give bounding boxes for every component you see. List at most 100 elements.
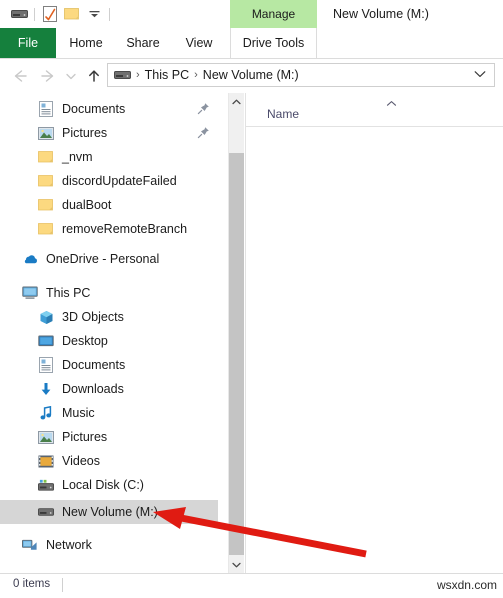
tab-file[interactable]: File [0, 28, 56, 58]
toolbar-separator-2 [109, 7, 110, 21]
item-count-label: 0 items [13, 578, 51, 590]
sidebar-item-discordupdatefailed[interactable]: discordUpdateFailed [0, 169, 218, 193]
status-bar: 0 items wsxdn.com [0, 573, 503, 598]
sidebar-item-label: Downloads [62, 382, 124, 396]
folder-icon [38, 197, 54, 213]
quick-access-toolbar [8, 0, 114, 28]
pictures-icon [38, 125, 54, 141]
window-title: New Volume (M:) [333, 7, 429, 21]
sidebar-item-label: Local Disk (C:) [62, 478, 144, 492]
new-folder-icon[interactable] [61, 3, 83, 25]
navigation-bar: › This PC › New Volume (M:) [0, 59, 503, 92]
file-list[interactable] [246, 127, 503, 573]
sidebar-item-nvm[interactable]: _nvm [0, 145, 218, 169]
drive-icon [38, 504, 54, 520]
contextual-tab-banner: Manage [230, 0, 317, 28]
column-header-row: Name [246, 101, 503, 127]
forward-button[interactable] [36, 64, 60, 88]
main-content: Documents Pictures _nvm discordUpdateFai… [0, 93, 503, 573]
tab-home[interactable]: Home [60, 28, 112, 58]
pin-icon[interactable] [197, 102, 210, 118]
localdisk-icon [38, 477, 54, 493]
sidebar-item-label: Desktop [62, 334, 108, 348]
folder-icon [38, 149, 54, 165]
scrollbar-thumb[interactable] [229, 153, 244, 555]
sidebar-item-label: Documents [62, 102, 126, 116]
downloads-icon [38, 381, 54, 397]
sidebar-item-pictures-quick[interactable]: Pictures [0, 121, 218, 145]
sidebar-item-label: New Volume (M:) [62, 505, 158, 519]
sidebar-item-videos[interactable]: Videos [0, 449, 218, 473]
sidebar-item-this-pc[interactable]: This PC [0, 281, 218, 305]
sidebar-item-label: Pictures [62, 430, 108, 444]
sidebar-item-label: discordUpdateFailed [62, 174, 177, 188]
properties-icon[interactable] [39, 3, 61, 25]
videos-icon [38, 453, 54, 469]
sidebar-item-label: _nvm [62, 150, 93, 164]
sidebar-item-label: OneDrive - Personal [46, 252, 160, 266]
title-bar: Manage New Volume (M:) [0, 0, 503, 28]
3dobjects-icon [38, 309, 54, 325]
chevron-down-icon[interactable] [474, 69, 486, 81]
pictures-icon [38, 429, 54, 445]
breadcrumb-this-pc[interactable]: This PC [145, 68, 189, 82]
sidebar-item-label: Pictures [62, 126, 108, 140]
tab-drive-tools[interactable]: Drive Tools [230, 28, 317, 58]
sidebar-item-dualboot[interactable]: dualBoot [0, 193, 218, 217]
sidebar-item-documents[interactable]: Documents [0, 353, 218, 377]
folder-icon [38, 173, 54, 189]
breadcrumb-separator-2[interactable]: › [194, 69, 198, 81]
thispc-icon [22, 285, 38, 301]
sidebar-item-label: 3D Objects [62, 310, 124, 324]
sidebar-item-music[interactable]: Music [0, 401, 218, 425]
caret-up-icon [386, 99, 397, 110]
folder-icon [38, 221, 54, 237]
up-button[interactable] [82, 64, 106, 88]
column-header-name[interactable]: Name [267, 107, 299, 121]
back-button[interactable] [8, 64, 32, 88]
navigation-pane: Documents Pictures _nvm discordUpdateFai… [0, 93, 228, 573]
sidebar-item-label: removeRemoteBranch [62, 222, 188, 236]
onedrive-icon [22, 251, 38, 267]
file-list-pane[interactable]: Name [245, 93, 503, 573]
sidebar-item-label: dualBoot [62, 198, 112, 212]
address-bar[interactable]: › This PC › New Volume (M:) [107, 63, 495, 87]
music-icon [38, 405, 54, 421]
recent-locations-button[interactable] [62, 64, 80, 88]
sidebar-item-documents-quick[interactable]: Documents [0, 97, 218, 121]
sidebar-item-local-disk-c[interactable]: Local Disk (C:) [0, 473, 218, 497]
sidebar-item-label: Videos [62, 454, 100, 468]
sidebar-item-downloads[interactable]: Downloads [0, 377, 218, 401]
chevron-down-icon[interactable] [229, 556, 244, 573]
sidebar-item-label: Music [62, 406, 95, 420]
documents-icon [38, 357, 54, 373]
sidebar-item-pictures[interactable]: Pictures [0, 425, 218, 449]
sidebar-item-3d-objects[interactable]: 3D Objects [0, 305, 218, 329]
sidebar-item-network[interactable]: Network [0, 533, 218, 557]
chevron-up-icon[interactable] [229, 93, 244, 110]
customize-dropdown-icon[interactable] [83, 3, 105, 25]
tab-view[interactable]: View [175, 28, 223, 58]
desktop-icon [38, 333, 54, 349]
breadcrumb-drive-icon [114, 69, 131, 81]
breadcrumb-new-volume[interactable]: New Volume (M:) [203, 68, 299, 82]
sidebar-item-desktop[interactable]: Desktop [0, 329, 218, 353]
status-separator [62, 578, 63, 592]
watermark-label: wsxdn.com [436, 578, 497, 592]
sidebar-item-label: Documents [62, 358, 126, 372]
navigation-pane-scrollbar[interactable] [228, 93, 244, 573]
contextual-banner-label: Manage [251, 7, 296, 21]
drive-icon[interactable] [8, 3, 30, 25]
sidebar-item-new-volume-m[interactable]: New Volume (M:) [0, 500, 218, 524]
pin-icon[interactable] [197, 126, 210, 142]
sidebar-item-onedrive[interactable]: OneDrive - Personal [0, 247, 218, 271]
ribbon-tab-strip: File Home Share View Drive Tools [0, 28, 503, 59]
documents-icon [38, 101, 54, 117]
toolbar-separator [34, 7, 35, 21]
network-icon [22, 537, 38, 553]
sidebar-item-label: Network [46, 538, 92, 552]
sidebar-item-removeremotebranch[interactable]: removeRemoteBranch [0, 217, 218, 241]
sidebar-item-label: This PC [46, 286, 91, 300]
breadcrumb-separator-1[interactable]: › [136, 69, 140, 81]
tab-share[interactable]: Share [118, 28, 168, 58]
